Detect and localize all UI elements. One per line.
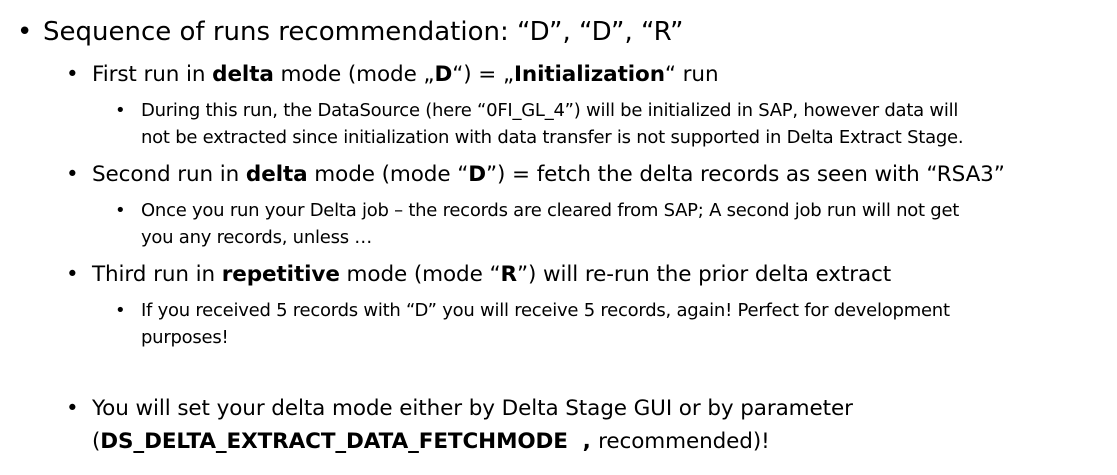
bullet-dot-icon: • — [115, 300, 126, 321]
text-run-bold: Initialization — [513, 62, 665, 87]
bullet-item-set-delta-mode: • You will set your delta mode either by… — [66, 392, 853, 458]
bullet-text: Sequence of runs recommendation: “D”, “D… — [43, 16, 684, 48]
bullet-item-second-run: • Second run in delta mode (mode “D”) = … — [66, 158, 1005, 191]
text-run: ”) will re-run the prior delta extract — [516, 262, 892, 287]
text-run: First run in — [92, 62, 213, 87]
text-run-bold: D — [468, 162, 486, 187]
text-run-bold: , — [567, 429, 599, 454]
bullet-item-second-run-detail: • Once you run your Delta job – the reco… — [115, 197, 959, 251]
text-run-bold: D — [434, 62, 453, 87]
text-run: “) = „ — [452, 62, 514, 87]
text-run: ”) = fetch the delta records as seen wit… — [486, 162, 1005, 187]
bullet-text: Second run in delta mode (mode “D”) = fe… — [92, 158, 1005, 191]
text-run: Third run in — [92, 262, 222, 287]
bullet-item-first-run: • First run in delta mode (mode „D“) = „… — [66, 58, 719, 91]
slide: • Sequence of runs recommendation: “D”, … — [0, 0, 1117, 475]
bullet-text: Once you run your Delta job – the record… — [141, 197, 959, 251]
bullet-dot-icon: • — [66, 262, 79, 287]
text-run: mode (mode “ — [307, 162, 469, 187]
bullet-dot-icon: • — [17, 17, 33, 47]
text-line: purposes! — [141, 327, 229, 348]
text-run: You will set your delta mode either by D… — [92, 396, 853, 421]
text-line: You will set your delta mode either by D… — [92, 392, 853, 425]
bullet-text: If you received 5 records with “D” you w… — [141, 297, 950, 351]
bullet-dot-icon: • — [115, 200, 126, 221]
text-line: If you received 5 records with “D” you w… — [141, 300, 950, 321]
bullet-dot-icon: • — [66, 162, 79, 187]
bullet-dot-icon: • — [66, 62, 79, 87]
bullet-item-sequence: • Sequence of runs recommendation: “D”, … — [17, 16, 684, 48]
text-line: you any records, unless … — [141, 227, 373, 248]
text-run-bold: R — [500, 262, 518, 287]
text-run: Second run in — [92, 162, 246, 187]
text-line: (DS_DELTA_EXTRACT_DATA_FETCHMODE , recom… — [92, 425, 853, 458]
text-run-bold: repetitive — [221, 262, 340, 287]
bullet-dot-icon: • — [115, 100, 126, 121]
bullet-text: First run in delta mode (mode „D“) = „In… — [92, 58, 719, 91]
text-run: mode (mode „ — [273, 62, 435, 87]
bullet-item-first-run-detail: • During this run, the DataSource (here … — [115, 97, 964, 151]
text-line: not be extracted since initialization wi… — [141, 127, 964, 148]
bullet-item-third-run-detail: • If you received 5 records with “D” you… — [115, 297, 950, 351]
bullet-text: Third run in repetitive mode (mode “R”) … — [92, 258, 891, 291]
text-run-bold: delta — [245, 162, 308, 187]
text-run: mode (mode “ — [339, 262, 501, 287]
bullet-item-third-run: • Third run in repetitive mode (mode “R”… — [66, 258, 891, 291]
bullet-text: During this run, the DataSource (here “0… — [141, 97, 964, 151]
text-run: recommended)! — [598, 429, 770, 454]
text-line: Once you run your Delta job – the record… — [141, 200, 960, 221]
text-run-bold: delta — [212, 62, 274, 87]
bullet-dot-icon: • — [66, 396, 79, 421]
text-line: During this run, the DataSource (here “0… — [141, 100, 959, 121]
text-run: Sequence of runs recommendation: “D”, “D… — [43, 17, 684, 47]
parameter-name: DS_DELTA_EXTRACT_DATA_FETCHMODE — [100, 429, 568, 454]
text-run: “ run — [664, 62, 719, 87]
bullet-text: You will set your delta mode either by D… — [92, 392, 853, 458]
